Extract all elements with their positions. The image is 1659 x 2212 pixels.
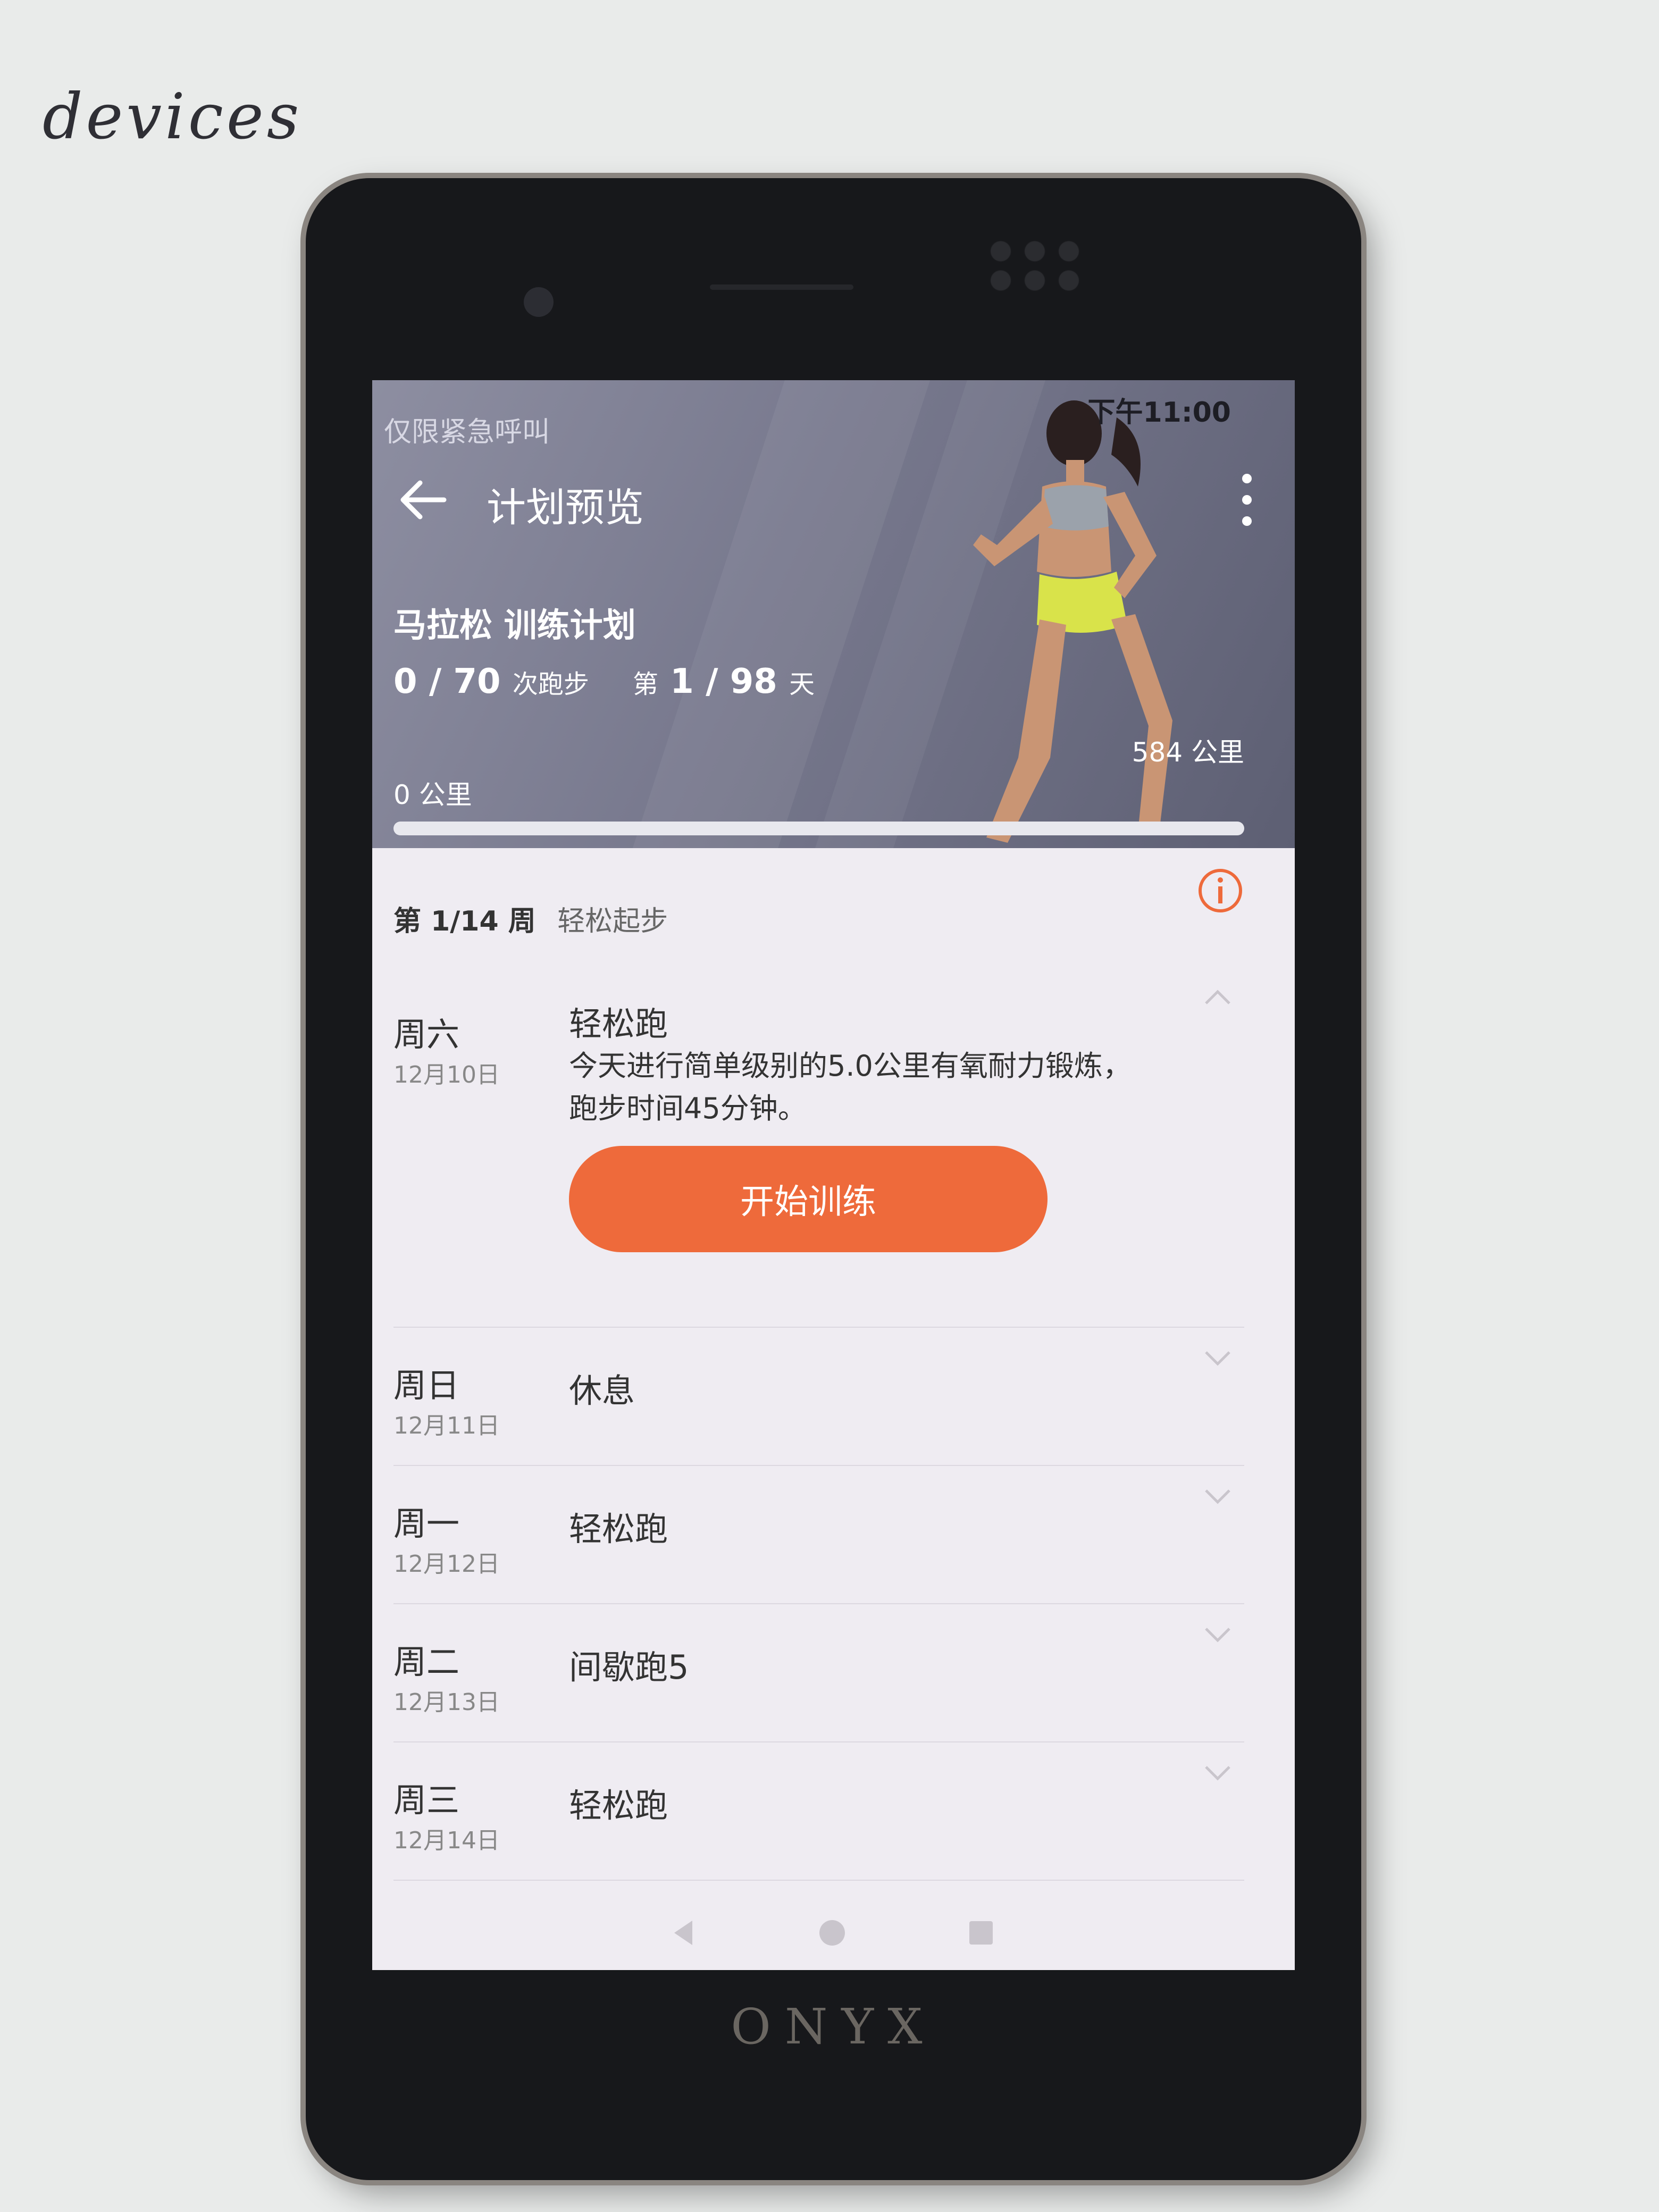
sensor-array <box>984 237 1085 295</box>
day-of-week: 周三 <box>393 1781 460 1820</box>
day-date: 12月10日 <box>393 1061 500 1088</box>
chevron-down-icon[interactable] <box>1202 1624 1234 1646</box>
page-title: 计划预览 <box>487 485 644 531</box>
back-arrow-icon[interactable] <box>393 473 452 526</box>
plan-title: 马拉松 训练计划 <box>393 606 636 644</box>
workout-name: 轻松跑 <box>569 1786 668 1825</box>
day-value: 1 / 98 <box>670 662 777 701</box>
day-of-week: 周六 <box>393 1015 460 1054</box>
day-date: 12月14日 <box>393 1827 500 1854</box>
distance-current: 0 公里 <box>393 780 472 810</box>
start-training-button[interactable]: 开始训练 <box>569 1146 1048 1252</box>
day-prefix: 第 <box>633 669 659 699</box>
day-item[interactable]: 周日 12月11日 休息 <box>393 1337 1244 1466</box>
day-item[interactable]: 周二 12月13日 间歇跑5 <box>393 1614 1244 1742</box>
day-of-week: 周二 <box>393 1643 460 1681</box>
day-item[interactable]: 周三 12月14日 轻松跑 <box>393 1752 1244 1881</box>
earpiece-speaker <box>710 284 853 290</box>
week-title: 轻松起步 <box>557 906 668 937</box>
workout-name: 休息 <box>569 1371 635 1410</box>
day-item[interactable]: 周一 12月12日 轻松跑 <box>393 1476 1244 1604</box>
nav-recents-icon[interactable] <box>962 1914 1000 1951</box>
day-date: 12月12日 <box>393 1551 500 1578</box>
system-nav-bar <box>372 1890 1295 1970</box>
status-time: 下午11:00 <box>1087 397 1231 429</box>
day-date: 12月11日 <box>393 1412 500 1439</box>
toolbar: 计划预览 <box>372 460 1295 531</box>
day-count: 第 1 / 98 天 <box>633 662 815 701</box>
chevron-down-icon[interactable] <box>1202 1348 1234 1369</box>
distance-total: 584 公里 <box>1132 737 1244 768</box>
workout-name: 轻松跑 <box>569 1004 668 1043</box>
chevron-down-icon[interactable] <box>1202 1486 1234 1507</box>
week-header: 第 1/14 周 轻松起步 <box>393 899 668 939</box>
workout-name: 间歇跑5 <box>569 1648 689 1687</box>
week-label: 第 1/14 周 <box>393 906 536 937</box>
day-of-week: 周日 <box>393 1366 460 1405</box>
plan-hero-banner: 仅限紧急呼叫 下午11:00 计划预览 马拉松 训练计划 0 / 70 次跑步 … <box>372 380 1295 848</box>
runs-count: 0 / 70 次跑步 <box>393 662 589 701</box>
more-vertical-icon[interactable] <box>1231 465 1263 534</box>
day-of-week: 周一 <box>393 1504 460 1543</box>
day-item[interactable]: 周六 12月10日 轻松跑 今天进行简单级别的5.0公里有氧耐力锻炼，跑步时间4… <box>393 986 1244 1328</box>
runs-value: 0 / 70 <box>393 662 501 701</box>
phone-brand-logo: ONYX <box>731 1998 936 2055</box>
info-icon[interactable] <box>1196 867 1244 915</box>
status-emergency-only: 仅限紧急呼叫 <box>384 416 550 448</box>
handwritten-note: devices <box>43 80 303 153</box>
day-date: 12月13日 <box>393 1689 500 1716</box>
workout-name: 轻松跑 <box>569 1510 668 1548</box>
day-unit: 天 <box>789 669 815 699</box>
phone-device: 仅限紧急呼叫 下午11:00 计划预览 马拉松 训练计划 0 / 70 次跑步 … <box>306 178 1361 2180</box>
phone-screen: 仅限紧急呼叫 下午11:00 计划预览 马拉松 训练计划 0 / 70 次跑步 … <box>372 380 1295 1970</box>
nav-back-icon[interactable] <box>665 1914 702 1951</box>
chevron-up-icon[interactable] <box>1202 986 1234 1008</box>
runs-unit: 次跑步 <box>512 669 589 699</box>
nav-home-icon[interactable] <box>814 1914 851 1951</box>
workout-description: 今天进行简单级别的5.0公里有氧耐力锻炼，跑步时间45分钟。 <box>569 1049 1132 1125</box>
chevron-down-icon[interactable] <box>1202 1763 1234 1784</box>
front-camera <box>524 287 554 317</box>
distance-progress-bar <box>393 822 1244 835</box>
